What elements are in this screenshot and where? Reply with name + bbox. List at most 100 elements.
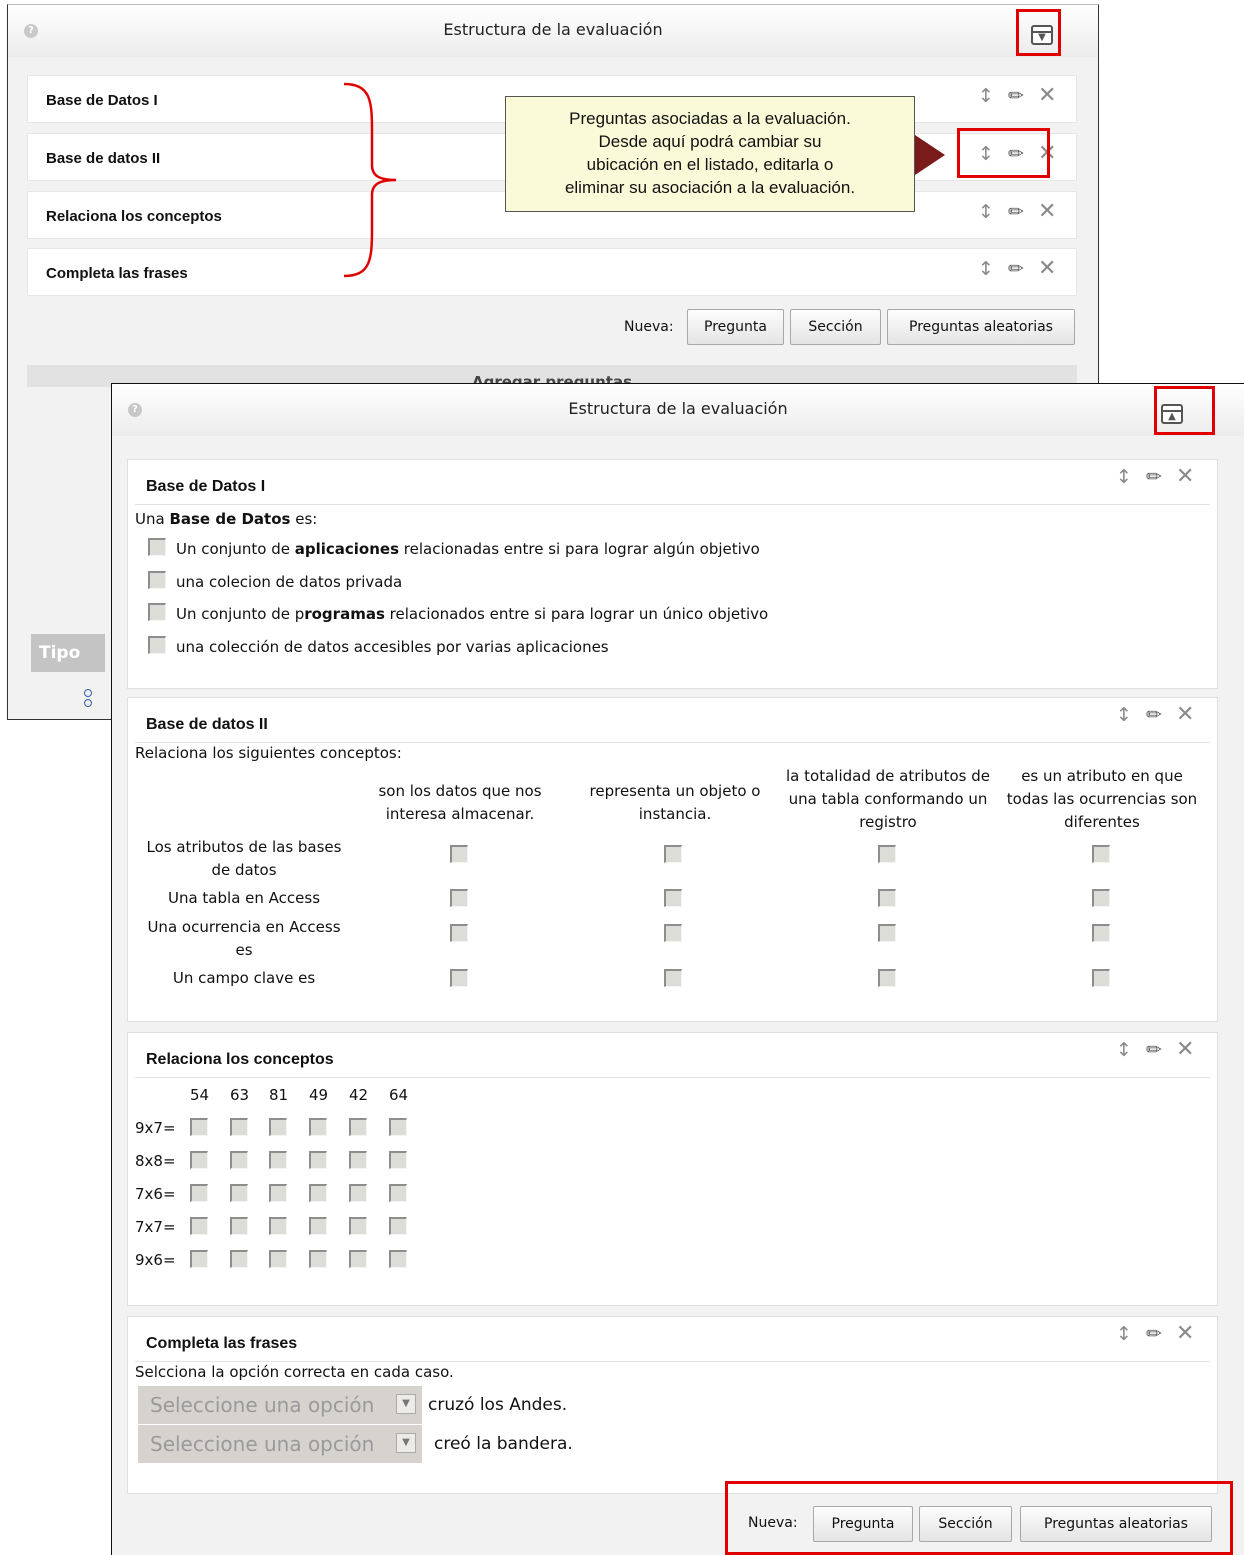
pencil-icon[interactable]: ✏ <box>1008 201 1024 223</box>
grid-checkbox[interactable] <box>230 1118 248 1136</box>
brace-annotation <box>343 82 397 278</box>
matrix-column-header: es un atributo en que todas las ocurrenci… <box>1006 767 1198 831</box>
answer-option: Un conjunto de aplicaciones relacionadas… <box>176 540 760 558</box>
move-icon[interactable]: ↕ <box>1116 704 1132 726</box>
close-icon[interactable]: ✕ <box>1176 1039 1194 1061</box>
grid-checkbox[interactable] <box>349 1184 367 1202</box>
answer-checkbox[interactable] <box>148 538 166 556</box>
grid-column-header: 42 <box>349 1086 369 1104</box>
answer-checkbox[interactable] <box>148 636 166 654</box>
grid-checkbox[interactable] <box>269 1151 287 1169</box>
front-panel-titlebar: ? Estructura de la evaluación ▲ <box>112 384 1244 436</box>
grid-checkbox[interactable] <box>190 1118 208 1136</box>
matrix-checkbox[interactable] <box>664 969 682 987</box>
question-prompt: Selcciona la opción correcta en cada cas… <box>135 1363 454 1381</box>
matrix-checkbox[interactable] <box>664 889 682 907</box>
grid-checkbox[interactable] <box>389 1184 407 1202</box>
front-panel-title: Estructura de la evaluación <box>568 399 788 418</box>
close-icon[interactable]: ✕ <box>1176 704 1194 726</box>
grid-checkbox[interactable] <box>349 1250 367 1268</box>
grid-checkbox[interactable] <box>309 1250 327 1268</box>
move-icon[interactable]: ↕ <box>1116 1323 1132 1345</box>
matrix-checkbox[interactable] <box>450 969 468 987</box>
pencil-icon[interactable]: ✏ <box>1146 1323 1162 1345</box>
matrix-checkbox[interactable] <box>664 924 682 942</box>
matrix-checkbox[interactable] <box>450 889 468 907</box>
grid-column-header: 63 <box>230 1086 250 1104</box>
pencil-icon[interactable]: ✏ <box>1146 704 1162 726</box>
close-icon[interactable]: ✕ <box>1176 1323 1194 1345</box>
matrix-checkbox[interactable] <box>1092 845 1110 863</box>
grid-checkbox[interactable] <box>389 1118 407 1136</box>
grid-checkbox[interactable] <box>190 1184 208 1202</box>
grid-checkbox[interactable] <box>230 1151 248 1169</box>
grid-checkbox[interactable] <box>230 1217 248 1235</box>
question-title: Completa las frases <box>146 1335 298 1352</box>
grid-row-label: 8x8= <box>135 1152 176 1170</box>
grid-checkbox[interactable] <box>269 1184 287 1202</box>
grid-checkbox[interactable] <box>389 1151 407 1169</box>
grid-checkbox[interactable] <box>389 1217 407 1235</box>
grid-column-header: 81 <box>269 1086 289 1104</box>
grid-checkbox[interactable] <box>190 1217 208 1235</box>
matrix-checkbox[interactable] <box>878 845 896 863</box>
grid-checkbox[interactable] <box>349 1118 367 1136</box>
answer-select[interactable]: Seleccione una opción ▼ <box>138 1425 422 1463</box>
grid-checkbox[interactable] <box>349 1217 367 1235</box>
new-section-button[interactable]: Sección <box>790 309 881 345</box>
grid-row-label: 9x6= <box>135 1251 176 1269</box>
grid-checkbox[interactable] <box>309 1184 327 1202</box>
move-icon[interactable]: ↕ <box>978 201 994 223</box>
sentence-text: creó la bandera. <box>434 1434 573 1454</box>
matrix-checkbox[interactable] <box>878 969 896 987</box>
close-icon[interactable]: ✕ <box>1038 85 1056 107</box>
callout-tooltip: Preguntas asociadas a la evaluación. Des… <box>505 96 915 212</box>
move-icon[interactable]: ↕ <box>978 85 994 107</box>
question-title: Completa las frases <box>46 265 188 282</box>
pencil-icon[interactable]: ✏ <box>1146 466 1162 488</box>
answer-checkbox[interactable] <box>148 603 166 621</box>
pencil-icon[interactable]: ✏ <box>1146 1039 1162 1061</box>
question-card: Completa las frases ↕ ✏ ✕ Selcciona la o… <box>127 1316 1218 1494</box>
grid-checkbox[interactable] <box>309 1151 327 1169</box>
matrix-checkbox[interactable] <box>450 845 468 863</box>
grid-checkbox[interactable] <box>190 1250 208 1268</box>
matrix-column-header: la totalidad de atributos de una tabla co… <box>786 767 990 831</box>
move-icon[interactable]: ↕ <box>1116 1039 1132 1061</box>
pencil-icon[interactable]: ✏ <box>1008 85 1024 107</box>
grid-checkbox[interactable] <box>349 1151 367 1169</box>
move-icon[interactable]: ↕ <box>1116 466 1132 488</box>
move-icon[interactable]: ↕ <box>978 258 994 280</box>
close-icon[interactable]: ✕ <box>1176 466 1194 488</box>
nueva-label: Nueva: <box>624 319 674 335</box>
matrix-checkbox[interactable] <box>1092 969 1110 987</box>
answer-checkbox[interactable] <box>148 571 166 589</box>
chevron-down-icon[interactable]: ▼ <box>396 1433 416 1453</box>
answer-select[interactable]: Seleccione una opción ▼ <box>138 1386 422 1424</box>
chevron-down-icon[interactable]: ▼ <box>396 1394 416 1414</box>
close-icon[interactable]: ✕ <box>1038 258 1056 280</box>
matrix-checkbox[interactable] <box>878 889 896 907</box>
grid-checkbox[interactable] <box>190 1151 208 1169</box>
grid-checkbox[interactable] <box>309 1217 327 1235</box>
matrix-checkbox[interactable] <box>1092 889 1110 907</box>
matrix-checkbox[interactable] <box>450 924 468 942</box>
grid-checkbox[interactable] <box>269 1118 287 1136</box>
answer-option: una colecion de datos privada <box>176 573 403 591</box>
grid-checkbox[interactable] <box>230 1250 248 1268</box>
matrix-checkbox[interactable] <box>1092 924 1110 942</box>
grid-checkbox[interactable] <box>230 1184 248 1202</box>
matrix-checkbox[interactable] <box>878 924 896 942</box>
question-card: Base de datos II ↕ ✏ ✕ Relaciona los sig… <box>127 697 1218 1022</box>
close-icon[interactable]: ✕ <box>1038 201 1056 223</box>
matrix-checkbox[interactable] <box>664 845 682 863</box>
random-questions-button[interactable]: Preguntas aleatorias <box>887 309 1075 345</box>
pencil-icon[interactable]: ✏ <box>1008 258 1024 280</box>
new-question-button[interactable]: Pregunta <box>687 309 784 345</box>
question-card: Relaciona los conceptos ↕ ✏ ✕ 54 63 81 4… <box>127 1032 1218 1306</box>
front-evaluation-structure-panel: ? Estructura de la evaluación ▲ Base de … <box>111 383 1244 1555</box>
grid-checkbox[interactable] <box>309 1118 327 1136</box>
grid-checkbox[interactable] <box>389 1250 407 1268</box>
grid-checkbox[interactable] <box>269 1217 287 1235</box>
grid-checkbox[interactable] <box>269 1250 287 1268</box>
